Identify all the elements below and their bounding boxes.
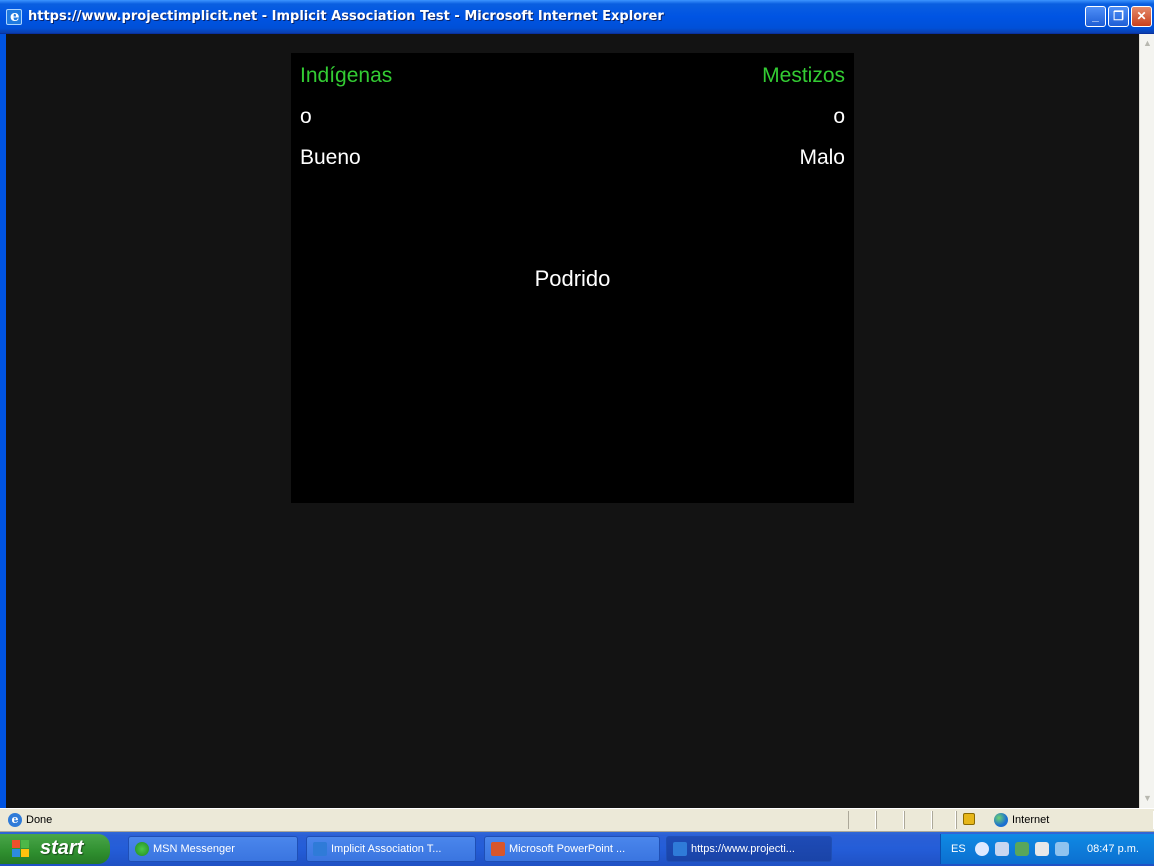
stimulus-word: Podrido (534, 266, 611, 291)
right-category-label: Mestizos (762, 64, 845, 87)
taskbar-button-label: https://www.projecti... (691, 843, 795, 855)
taskbar-button-powerpoint[interactable]: Microsoft PowerPoint ... (484, 836, 660, 862)
arrow-left-icon[interactable] (975, 842, 989, 856)
scroll-down-icon[interactable]: ▼ (1141, 791, 1154, 806)
status-cell (904, 811, 932, 829)
page-icon: e (8, 813, 22, 827)
left-category-label: Indígenas (300, 64, 393, 87)
taskbar-button-label: MSN Messenger (153, 843, 235, 855)
taskbar-button-label: Microsoft PowerPoint ... (509, 843, 626, 855)
status-cell (876, 811, 904, 829)
left-connector-label: o (300, 105, 312, 128)
window-title: https://www.projectimplicit.net - Implic… (28, 9, 664, 24)
right-attribute-label: Malo (799, 146, 845, 169)
msn-icon (135, 842, 149, 856)
scroll-up-icon[interactable]: ▲ (1141, 36, 1154, 51)
system-tray: ES 08:47 p.m. (940, 834, 1154, 864)
security-zone: Internet (1012, 814, 1050, 826)
restore-button[interactable]: ❐ (1108, 6, 1129, 27)
clock[interactable]: 08:47 p.m. (1087, 843, 1139, 855)
status-cell (848, 811, 876, 829)
window-titlebar[interactable]: https://www.projectimplicit.net - Implic… (0, 0, 1154, 34)
lock-icon[interactable] (963, 813, 975, 825)
status-text: Done (26, 814, 53, 826)
minimize-button[interactable]: _ (1085, 6, 1106, 27)
left-attribute-label: Bueno (300, 146, 361, 169)
taskbar-button-iat[interactable]: Implicit Association T... (306, 836, 476, 862)
ie-icon (673, 842, 687, 856)
phone-icon[interactable] (1055, 842, 1069, 856)
right-connector-label: o (833, 105, 845, 128)
taskbar-button-msn[interactable]: MSN Messenger (128, 836, 298, 862)
close-button[interactable]: ✕ (1131, 6, 1152, 27)
zone-cell (956, 811, 1154, 829)
ie-icon (313, 842, 327, 856)
start-button[interactable]: start (0, 834, 110, 864)
mail-icon[interactable] (1035, 842, 1049, 856)
windows-logo-icon (12, 840, 30, 858)
status-bar: e Done Internet (0, 808, 1154, 832)
vertical-scrollbar[interactable]: ▲ ▼ (1139, 34, 1154, 808)
language-indicator[interactable]: ES (951, 843, 966, 855)
taskbar-button-browser[interactable]: https://www.projecti... (666, 836, 832, 862)
messenger-tray-icon[interactable] (1015, 842, 1029, 856)
powerpoint-icon (491, 842, 505, 856)
status-cell (932, 811, 956, 829)
start-label: start (40, 837, 84, 859)
network-icon[interactable] (995, 842, 1009, 856)
taskbar-button-label: Implicit Association T... (331, 843, 442, 855)
iat-stage: Indígenas Mestizos o o Bueno Malo Podrid… (291, 53, 854, 503)
ie-icon (6, 7, 22, 25)
taskbar: start MSN Messenger Implicit Association… (0, 832, 1154, 866)
globe-icon (994, 813, 1008, 827)
